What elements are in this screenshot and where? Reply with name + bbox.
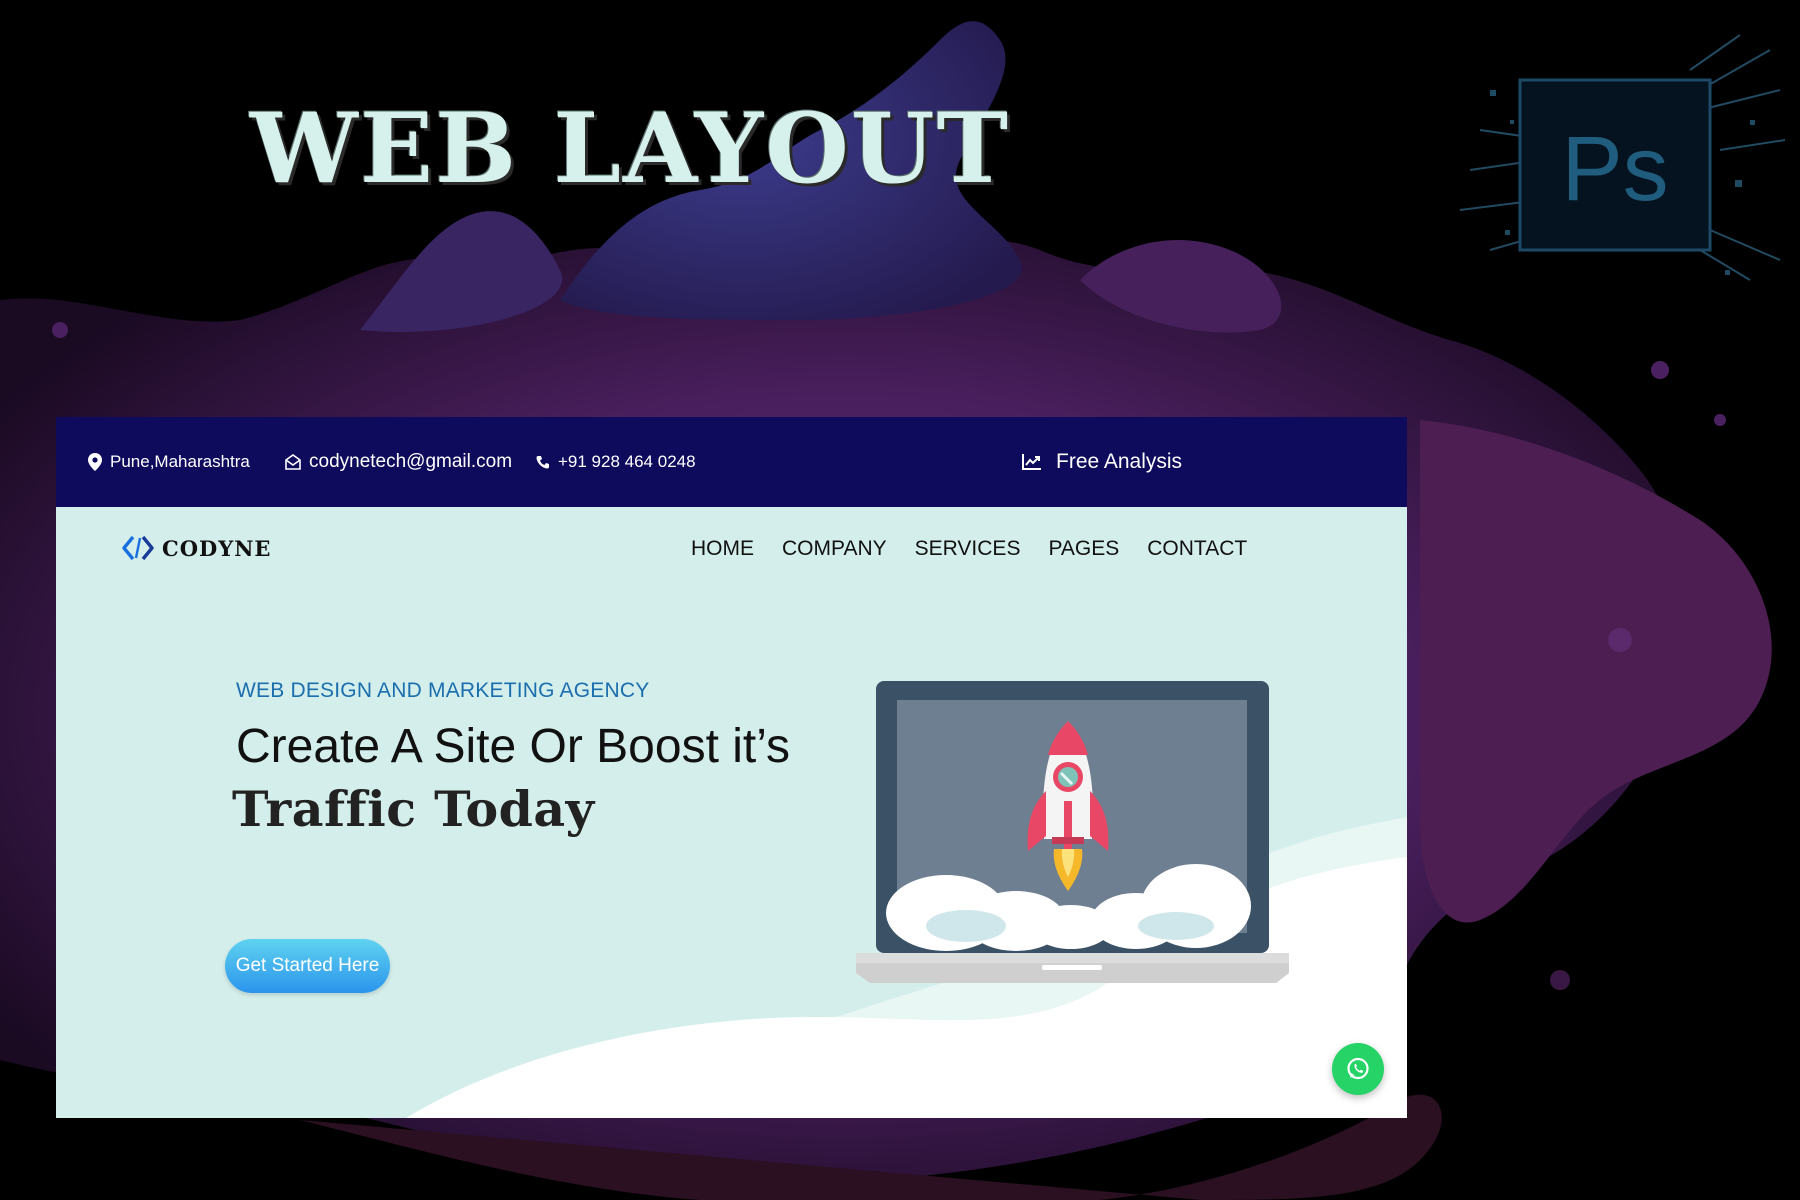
topbar-email[interactable]: codynetech@gmail.com: [285, 417, 512, 507]
hero-headline-bold: Traffic Today: [232, 780, 595, 838]
hero-text-block: WEB DESIGN AND MARKETING AGENCY Create A…: [232, 679, 796, 838]
map-pin-icon: [88, 453, 102, 471]
whatsapp-icon: [1347, 1057, 1369, 1080]
phone-text[interactable]: +91 928 464 0248: [558, 452, 696, 472]
nav-home[interactable]: HOME: [691, 537, 768, 561]
nav-contact[interactable]: CONTACT: [1133, 537, 1261, 561]
website-mockup: Pune,Maharashtra codynetech@gmail.com +9…: [56, 417, 1407, 1118]
laptop-rocket-illustration: [856, 681, 1289, 983]
brand-name: CODYNE: [162, 535, 272, 561]
topbar-location: Pune,Maharashtra: [88, 417, 250, 507]
photoshop-logo-icon: Ps: [1459, 34, 1786, 281]
nav-services[interactable]: SERVICES: [901, 537, 1035, 561]
envelope-icon: [285, 454, 301, 470]
topbar-phone[interactable]: +91 928 464 0248: [536, 417, 696, 507]
brand-logo[interactable]: CODYNE: [122, 535, 271, 561]
top-info-bar: Pune,Maharashtra codynetech@gmail.com +9…: [56, 417, 1407, 507]
poster-title: WEB LAYOUT: [250, 92, 1011, 205]
phone-icon: [536, 456, 549, 469]
whatsapp-button[interactable]: [1332, 1043, 1384, 1095]
hero-headline: Create A Site Or Boost it’s: [236, 720, 791, 773]
hero-tagline: WEB DESIGN AND MARKETING AGENCY: [236, 679, 650, 702]
free-analysis-label[interactable]: Free Analysis: [1056, 450, 1182, 474]
main-navbar: CODYNE HOME COMPANY SERVICES PAGES CONTA…: [56, 507, 1407, 597]
location-text: Pune,Maharashtra: [110, 452, 250, 471]
nav-pages[interactable]: PAGES: [1034, 537, 1133, 561]
nav-company[interactable]: COMPANY: [768, 537, 901, 561]
free-analysis-link[interactable]: Free Analysis: [1022, 417, 1182, 507]
get-started-button[interactable]: Get Started Here: [225, 939, 390, 993]
ps-logo-text: Ps: [1561, 118, 1668, 220]
trending-chart-icon: [1022, 454, 1041, 470]
code-brackets-icon: [122, 535, 154, 561]
nav-menu: HOME COMPANY SERVICES PAGES CONTACT: [691, 537, 1261, 561]
email-text[interactable]: codynetech@gmail.com: [309, 451, 512, 473]
